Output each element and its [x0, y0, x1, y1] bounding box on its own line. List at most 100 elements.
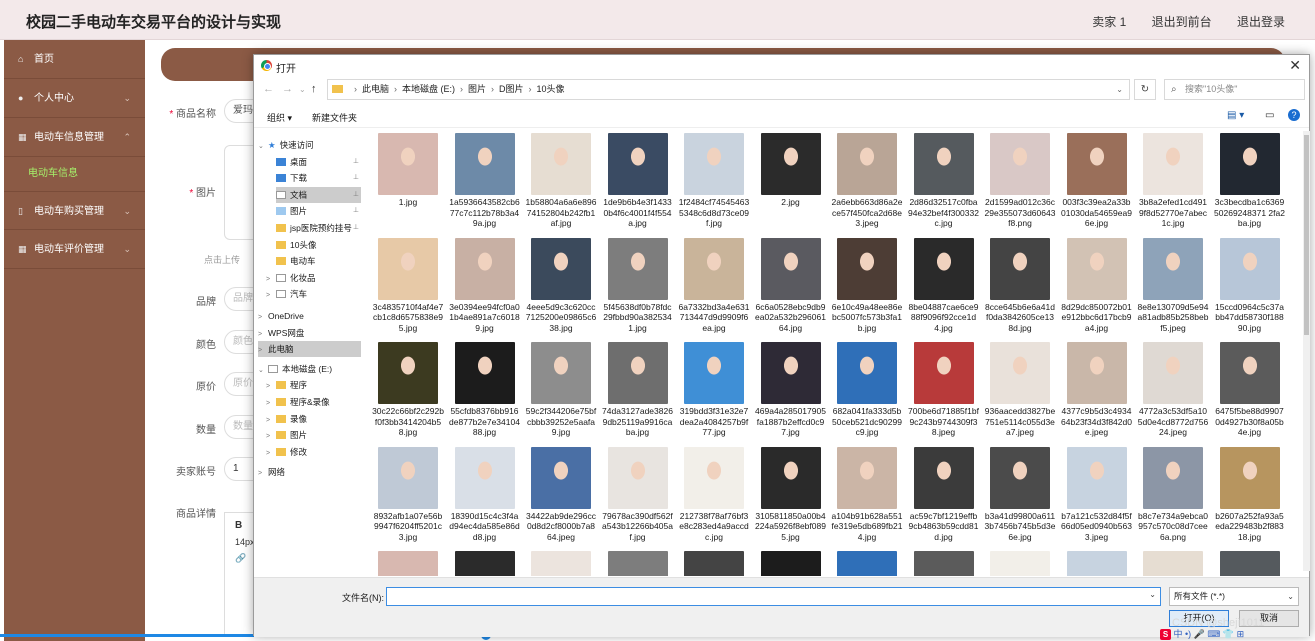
bold-button[interactable]: B — [235, 520, 242, 531]
file-item[interactable] — [1061, 549, 1133, 576]
file-item[interactable]: 30c22c66bf2c292bf0f3bb3414204b58.jpg — [372, 340, 444, 440]
pin-icon[interactable]: ⊥ — [353, 154, 359, 170]
file-item[interactable]: 74da3127ade38269db25119a9916caba.jpg — [602, 340, 674, 440]
file-item[interactable] — [678, 549, 750, 576]
file-item[interactable]: 682a041fa333d5b50ceb521dc90299c9.jpg — [831, 340, 903, 440]
nav-tree-item[interactable]: > 此电脑 — [258, 341, 361, 359]
file-item[interactable] — [449, 549, 521, 576]
sidebar-item-review-mgmt[interactable]: ▦ 电动车评价管理 ⌄ — [4, 230, 145, 269]
file-item[interactable]: 15ccd0964c5c37abb47dd58730f18890.jpg — [1214, 236, 1286, 336]
sidebar-item-ebike-info-mgmt[interactable]: ▦ 电动车信息管理 ⌃ — [4, 118, 145, 157]
nav-tree-item[interactable]: 文档 ⊥ — [276, 186, 361, 203]
nav-tree-item[interactable]: > 图片 — [266, 427, 361, 443]
nav-tree-item[interactable]: > 网络 — [258, 464, 361, 480]
chevron-down-icon[interactable]: ⌄ — [1116, 80, 1123, 99]
chevron-right-icon[interactable]: > — [258, 466, 268, 482]
chevron-down-icon[interactable]: ⌄ — [258, 139, 268, 155]
chevron-right-icon[interactable]: > — [258, 343, 268, 359]
file-item[interactable] — [1214, 549, 1286, 576]
file-item[interactable]: b2607a252fa93a5eda229483b2f88318.jpg — [1214, 445, 1286, 545]
organize-menu[interactable]: 组织 ▾ — [267, 111, 292, 124]
forward-arrow-icon[interactable]: → — [282, 83, 293, 95]
scroll-thumb[interactable] — [1304, 135, 1309, 335]
file-item[interactable] — [372, 549, 444, 576]
refresh-button[interactable]: ↻ — [1134, 79, 1156, 100]
chevron-right-icon[interactable]: > — [266, 446, 276, 462]
file-item[interactable] — [908, 549, 980, 576]
pin-icon[interactable]: ⊥ — [353, 187, 359, 203]
file-item[interactable]: 3c3becdba1c636950269248371 2fa2ba.jpg — [1214, 131, 1286, 231]
breadcrumb-d-pictures[interactable]: D图片 — [499, 84, 524, 94]
nav-tree-item[interactable]: > 汽车 — [266, 286, 361, 302]
seller-account-link[interactable]: 卖家 1 — [1092, 15, 1126, 29]
file-item[interactable]: 2d86d32517c0fba94e32bef4f300332c.jpg — [908, 131, 980, 231]
file-item[interactable]: 700be6d71885f1bf9c243b9744309f38.jpeg — [908, 340, 980, 440]
file-item[interactable] — [1137, 549, 1209, 576]
file-item[interactable]: 3c4835710f4af4e7cb1c8d6575838e95.jpg — [372, 236, 444, 336]
file-item[interactable]: 2.jpg — [755, 131, 827, 231]
file-item[interactable]: 8e8e130709d5e94a81adb85b258bebf5.jpeg — [1137, 236, 1209, 336]
nav-tree-item[interactable]: > 化妆品 — [266, 270, 361, 286]
file-item[interactable]: 79678ac390df562fa543b12266b405af.jpg — [602, 445, 674, 545]
new-folder-button[interactable]: 新建文件夹 — [312, 111, 357, 124]
file-item[interactable]: 3e0394ee94fcf0a01b4ae891a7c60189.jpg — [449, 236, 521, 336]
file-item[interactable]: 5f45638df0b78fdc29fbbd90a3825341.jpg — [602, 236, 674, 336]
nav-tree-item[interactable]: ⌄ 本地磁盘 (E:) — [258, 361, 361, 377]
chevron-down-icon[interactable]: ⌄ — [1149, 590, 1156, 599]
address-bar[interactable]: › 此电脑 › 本地磁盘 (E:) › 图片 › D图片 › 10头像 ⌄ — [327, 79, 1130, 100]
file-item[interactable]: 003f3c39ea2a33b01030da54659ea96e.jpg — [1061, 131, 1133, 231]
file-item[interactable]: 8be04887cae6ce988f9096f92cce1d4.jpg — [908, 236, 980, 336]
file-item[interactable]: 4772a3c53df5a105d0e4cd8772d75624.jpeg — [1137, 340, 1209, 440]
file-item[interactable]: 6e10c49a48ee86ebc5007fc573b3fa1b.jpg — [831, 236, 903, 336]
nav-tree-item[interactable]: > 程序&录像 — [266, 394, 361, 410]
file-item[interactable]: 1b58804a6a6e89674152804b242fb1af.jpg — [525, 131, 597, 231]
breadcrumb-avatars[interactable]: 10头像 — [537, 84, 565, 94]
up-arrow-icon[interactable]: ↑ — [311, 83, 317, 95]
nav-tree-item[interactable]: 桌面 ⊥ — [276, 154, 361, 170]
file-item[interactable]: 18390d15c4c3f4ad94ec4da585e86dd8.jpg — [449, 445, 521, 545]
nav-tree-item[interactable]: > 修改 — [266, 444, 361, 460]
file-item[interactable]: 1.jpg — [372, 131, 444, 231]
file-item[interactable]: 34422ab9de296cc0d8d2cf8000b7a864.jpeg — [525, 445, 597, 545]
file-item[interactable]: 4377c9b5d3c493464b23f34d3f842d0e.jpeg — [1061, 340, 1133, 440]
file-item[interactable]: 469a4a285017905fa1887b2effcd0c97.jpg — [755, 340, 827, 440]
pin-icon[interactable]: ⊥ — [353, 203, 359, 219]
nav-tree-item[interactable]: > 录像 — [266, 411, 361, 427]
logout-link[interactable]: 退出登录 — [1237, 15, 1285, 29]
sidebar-item-purchase-mgmt[interactable]: ▯ 电动车购买管理 ⌄ — [4, 191, 145, 230]
view-options-icon[interactable]: ▤ ▾ — [1227, 110, 1244, 121]
file-item[interactable]: 2d1599ad012c36c29e355073d60643f8.png — [984, 131, 1056, 231]
file-item[interactable]: 8932afb1a07e56b9947f6204ff5201c3.jpg — [372, 445, 444, 545]
file-item[interactable]: 1a5936643582cb677c7c112b78b3a49a.jpg — [449, 131, 521, 231]
font-size-select[interactable]: 14px — [235, 537, 255, 547]
pin-icon[interactable]: ⊥ — [353, 170, 359, 186]
file-item[interactable]: 319bdd3f31e32e7dea2a4084257b9f77.jpg — [678, 340, 750, 440]
file-item[interactable]: b8c7e734a9ebca0957c570c08d7cee6a.png — [1137, 445, 1209, 545]
breadcrumb-disk-e[interactable]: 本地磁盘 (E:) — [402, 84, 455, 94]
nav-tree-item[interactable]: 下载 ⊥ — [276, 170, 361, 186]
nav-tree-item[interactable]: jsp医院预约挂号 ⊥ — [276, 220, 361, 236]
file-item[interactable]: 4eee5d9c3c620cc7125200e09865c638.jpg — [525, 236, 597, 336]
sidebar-subitem-ebike-info[interactable]: 电动车信息 — [4, 157, 145, 191]
chevron-right-icon[interactable]: > — [266, 288, 276, 304]
file-item[interactable]: 55cfdb8376bb916de877b2e7e3410488.jpg — [449, 340, 521, 440]
back-to-front-link[interactable]: 退出到前台 — [1152, 15, 1212, 29]
filename-input[interactable]: ⌄ — [386, 587, 1161, 606]
chevron-right-icon[interactable]: > — [266, 429, 276, 445]
sidebar-item-home[interactable]: ⌂ 首页 — [4, 40, 145, 79]
nav-tree-item[interactable]: > WPS网盘 — [258, 325, 361, 341]
chevron-right-icon[interactable]: > — [258, 327, 268, 343]
filetype-select[interactable]: 所有文件 (*.*) ⌄ — [1169, 587, 1299, 606]
file-item[interactable]: b3a41d99800a6113b7456b745b5d3e6e.jpg — [984, 445, 1056, 545]
file-item[interactable] — [525, 549, 597, 576]
file-item[interactable]: 59c2f344206e75bfcbbb39252e5aafa9.jpg — [525, 340, 597, 440]
chevron-down-icon[interactable]: ⌄ — [258, 363, 268, 379]
ime-toolbar[interactable]: S 中 •) 🎤 ⌨ 👕 ⊞ — [1160, 627, 1315, 641]
nav-tree-item[interactable]: > OneDrive — [258, 308, 361, 324]
nav-tree-item[interactable]: 图片 ⊥ — [276, 203, 361, 219]
vertical-scrollbar[interactable] — [1303, 131, 1310, 571]
file-item[interactable]: 1f2484cf745454635348c6d8d73ce09f.jpg — [678, 131, 750, 231]
pin-icon[interactable]: ⊥ — [353, 220, 359, 236]
chevron-right-icon[interactable]: > — [266, 413, 276, 429]
close-icon[interactable]: ✕ — [1289, 57, 1301, 74]
